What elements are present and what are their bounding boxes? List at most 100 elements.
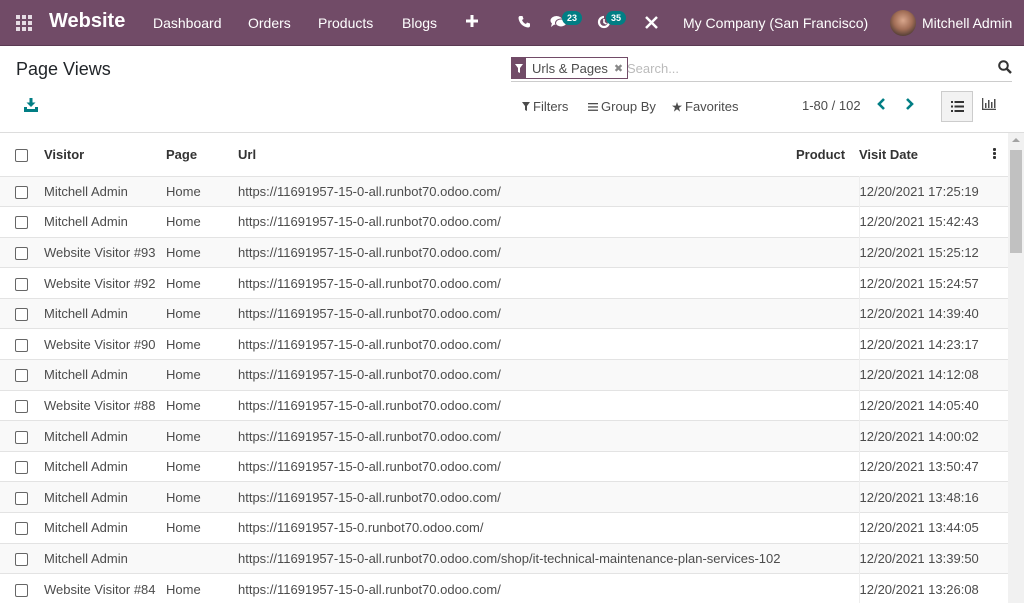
table-row[interactable]: Website Visitor #93 Home https://11691957-… <box>0 236 1008 268</box>
cell-visit-date[interactable]: 12/20/2021 13:39:50 <box>859 542 1008 574</box>
cell-url[interactable]: https://11691957-15-0-all.runbot70.odoo.… <box>238 236 796 268</box>
cell-product[interactable] <box>796 512 860 544</box>
cell-visitor[interactable]: Mitchell Admin <box>44 359 166 391</box>
scroll-up-arrow-icon[interactable] <box>1012 138 1020 142</box>
cell-visitor[interactable]: Mitchell Admin <box>44 512 166 544</box>
cell-visit-date[interactable]: 12/20/2021 14:05:40 <box>859 389 1008 421</box>
cell-product[interactable] <box>796 481 860 513</box>
cell-url[interactable]: https://11691957-15-0-all.runbot70.odoo.… <box>238 573 796 603</box>
cell-page[interactable]: Home <box>166 206 238 238</box>
cell-page[interactable]: Home <box>166 236 238 268</box>
user-menu[interactable]: Mitchell Admin <box>922 15 1012 31</box>
cell-visitor[interactable]: Mitchell Admin <box>44 542 166 574</box>
cell-page[interactable]: Home <box>166 328 238 360</box>
column-header-visitor[interactable]: Visitor <box>44 133 166 176</box>
cell-visitor[interactable]: Mitchell Admin <box>44 297 166 329</box>
menu-dashboard[interactable]: Dashboard <box>153 15 222 31</box>
cell-product[interactable] <box>796 175 860 207</box>
row-checkbox[interactable] <box>15 369 28 383</box>
cell-page[interactable]: Home <box>166 512 238 544</box>
cell-url[interactable]: https://11691957-15-0-all.runbot70.odoo.… <box>238 359 796 391</box>
cell-url[interactable]: https://11691957-15-0.runbot70.odoo.com/ <box>238 512 796 544</box>
cell-visit-date[interactable]: 12/20/2021 13:50:47 <box>859 450 1008 482</box>
table-row[interactable]: Website Visitor #92 Home https://11691957-… <box>0 267 1008 299</box>
cell-product[interactable] <box>796 450 860 482</box>
table-row[interactable]: Mitchell Admin Home https://11691957-15-0-… <box>0 450 1008 482</box>
cell-url[interactable]: https://11691957-15-0-all.runbot70.odoo.… <box>238 420 796 452</box>
menu-products[interactable]: Products <box>318 15 373 31</box>
optional-columns-icon[interactable] <box>993 148 997 160</box>
cell-page[interactable]: Home <box>166 297 238 329</box>
cell-url[interactable]: https://11691957-15-0-all.runbot70.odoo.… <box>238 175 796 207</box>
cell-url[interactable]: https://11691957-15-0-all.runbot70.odoo.… <box>238 297 796 329</box>
cell-visitor[interactable]: Mitchell Admin <box>44 450 166 482</box>
column-header-product[interactable]: Product <box>796 133 859 176</box>
row-checkbox[interactable] <box>15 277 28 291</box>
pager-previous-icon[interactable] <box>877 97 886 114</box>
search-input[interactable] <box>627 59 977 77</box>
select-all-checkbox[interactable] <box>15 148 28 162</box>
cell-visit-date[interactable]: 12/20/2021 13:48:16 <box>859 481 1008 513</box>
cell-page[interactable]: Home <box>166 450 238 482</box>
row-checkbox[interactable] <box>15 522 28 536</box>
apps-menu-icon[interactable] <box>16 15 32 31</box>
row-checkbox[interactable] <box>15 583 28 597</box>
table-row[interactable]: Mitchell Admin Home https://11691957-15-0-… <box>0 420 1008 452</box>
cell-product[interactable] <box>796 542 860 574</box>
cell-visit-date[interactable]: 12/20/2021 14:23:17 <box>859 328 1008 360</box>
phone-icon[interactable] <box>518 15 530 31</box>
table-row[interactable]: Mitchell Admin Home https://11691957-15-0.… <box>0 512 1008 544</box>
cell-visit-date[interactable]: 12/20/2021 13:44:05 <box>859 512 1008 544</box>
cell-visit-date[interactable]: 12/20/2021 14:12:08 <box>859 359 1008 391</box>
table-row[interactable]: Website Visitor #88 Home https://11691957-… <box>0 389 1008 421</box>
scroll-thumb[interactable] <box>1010 150 1022 253</box>
cell-page[interactable]: Home <box>166 175 238 207</box>
cell-page[interactable]: Home <box>166 267 238 299</box>
groupby-button[interactable]: Group By <box>588 99 656 114</box>
cell-visitor[interactable]: Mitchell Admin <box>44 206 166 238</box>
cell-url[interactable]: https://11691957-15-0-all.runbot70.odoo.… <box>238 389 796 421</box>
cell-page[interactable]: Home <box>166 481 238 513</box>
cell-product[interactable] <box>796 420 860 452</box>
table-row[interactable]: Mitchell Admin Home https://11691957-15-0-… <box>0 175 1008 207</box>
user-avatar[interactable] <box>890 10 916 36</box>
cell-visitor[interactable]: Website Visitor #88 <box>44 389 166 421</box>
plus-icon[interactable] <box>466 14 478 30</box>
cell-visitor[interactable]: Website Visitor #93 <box>44 236 166 268</box>
cell-visitor[interactable]: Mitchell Admin <box>44 420 166 452</box>
favorites-button[interactable]: Favorites <box>672 99 738 114</box>
row-checkbox[interactable] <box>15 247 28 261</box>
table-row[interactable]: Mitchell Admin Home https://11691957-15-0-… <box>0 297 1008 329</box>
table-row[interactable]: Website Visitor #90 Home https://11691957-… <box>0 328 1008 360</box>
cell-product[interactable] <box>796 328 860 360</box>
cell-url[interactable]: https://11691957-15-0-all.runbot70.odoo.… <box>238 206 796 238</box>
cell-visit-date[interactable]: 12/20/2021 17:25:19 <box>859 175 1008 207</box>
cell-url[interactable]: https://11691957-15-0-all.runbot70.odoo.… <box>238 267 796 299</box>
row-checkbox[interactable] <box>15 430 28 444</box>
cell-product[interactable] <box>796 206 860 238</box>
cell-visit-date[interactable]: 12/20/2021 14:00:02 <box>859 420 1008 452</box>
cell-product[interactable] <box>796 267 860 299</box>
cell-url[interactable]: https://11691957-15-0-all.runbot70.odoo.… <box>238 542 796 574</box>
pager-value[interactable]: 1-80 / 102 <box>802 98 861 113</box>
filters-button[interactable]: Filters <box>522 99 568 114</box>
cell-product[interactable] <box>796 236 860 268</box>
cell-page[interactable]: Home <box>166 389 238 421</box>
menu-blogs[interactable]: Blogs <box>402 15 437 31</box>
pager-next-icon[interactable] <box>905 97 914 114</box>
cell-page[interactable]: Home <box>166 573 238 603</box>
cell-page[interactable] <box>166 542 238 574</box>
graph-view-icon[interactable] <box>982 98 998 114</box>
cell-product[interactable] <box>796 297 860 329</box>
row-checkbox[interactable] <box>15 338 28 352</box>
cell-url[interactable]: https://11691957-15-0-all.runbot70.odoo.… <box>238 328 796 360</box>
table-row[interactable]: Mitchell Admin Home https://11691957-15-0-… <box>0 359 1008 391</box>
app-brand[interactable]: Website <box>49 10 125 33</box>
cell-visitor[interactable]: Mitchell Admin <box>44 175 166 207</box>
table-scrollbar[interactable] <box>1008 133 1024 603</box>
row-checkbox[interactable] <box>15 552 28 566</box>
cell-page[interactable]: Home <box>166 359 238 391</box>
cell-page[interactable]: Home <box>166 420 238 452</box>
facet-remove-icon[interactable]: ✖ <box>614 62 627 75</box>
row-checkbox[interactable] <box>15 185 28 199</box>
